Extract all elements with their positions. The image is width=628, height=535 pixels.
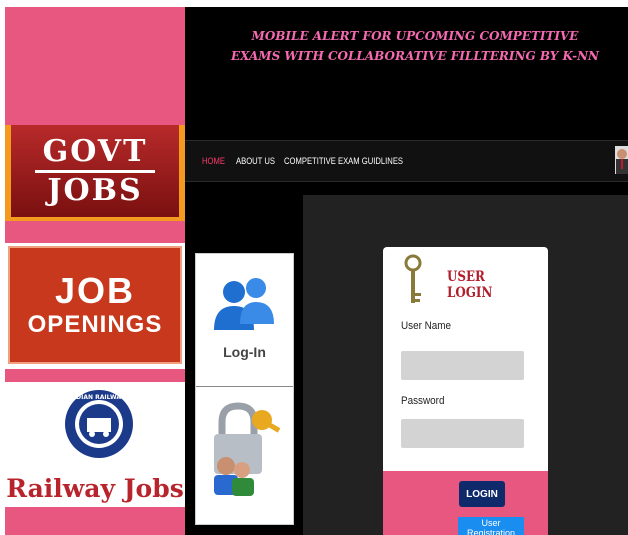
users-icon [214, 278, 274, 330]
password-field[interactable] [401, 419, 524, 448]
main-area: MOBILE ALERT FOR UPCOMING COMPETITIVE EX… [185, 7, 628, 535]
user-registration-button[interactable]: User Registration [458, 517, 524, 535]
username-label: User Name [401, 320, 452, 332]
nav-bar: HOME ABOUT US COMPETITIVE EXAM GUIDLINES [185, 140, 628, 182]
lock-users-icon [214, 402, 281, 496]
railway-jobs-banner: INDIAN RAILWAYS Railway Jobs [5, 382, 185, 507]
avatar [615, 146, 628, 174]
job-openings-line2: OPENINGS [27, 311, 163, 338]
login-card: USER LOGIN User Name Password LOGIN User… [383, 247, 548, 535]
govt-jobs-line1: GOVT [42, 133, 148, 169]
nav-home[interactable]: HOME [202, 156, 225, 166]
keys-icon [404, 254, 422, 303]
job-openings-line1: JOB [54, 270, 136, 311]
left-banner-panel: GOVT JOBS JOB OPENINGS INDIAN RAILWAYS R… [5, 7, 185, 535]
side-login-label: Log-In [223, 344, 266, 360]
login-title: USER LOGIN [447, 269, 493, 301]
login-button[interactable]: LOGIN [459, 481, 505, 507]
govt-jobs-line2: JOBS [47, 172, 143, 208]
indian-railways-logo-icon: INDIAN RAILWAYS [65, 390, 133, 458]
login-side-panel: Log-In [195, 253, 294, 525]
nav-about-us[interactable]: ABOUT US [236, 156, 275, 166]
password-label: Password [401, 395, 445, 407]
username-field[interactable] [401, 351, 524, 380]
page-title: MOBILE ALERT FOR UPCOMING COMPETITIVE EX… [230, 29, 600, 63]
nav-exam-guidelines[interactable]: COMPETITIVE EXAM GUIDLINES [284, 156, 403, 166]
railway-jobs-text: Railway Jobs [6, 474, 184, 503]
person-icon [616, 149, 628, 174]
govt-divider [35, 169, 155, 173]
svg-text:INDIAN RAILWAYS: INDIAN RAILWAYS [69, 394, 129, 401]
govt-jobs-banner: GOVT JOBS [5, 125, 185, 221]
job-openings-banner: JOB OPENINGS [5, 243, 185, 369]
divider [196, 386, 293, 387]
